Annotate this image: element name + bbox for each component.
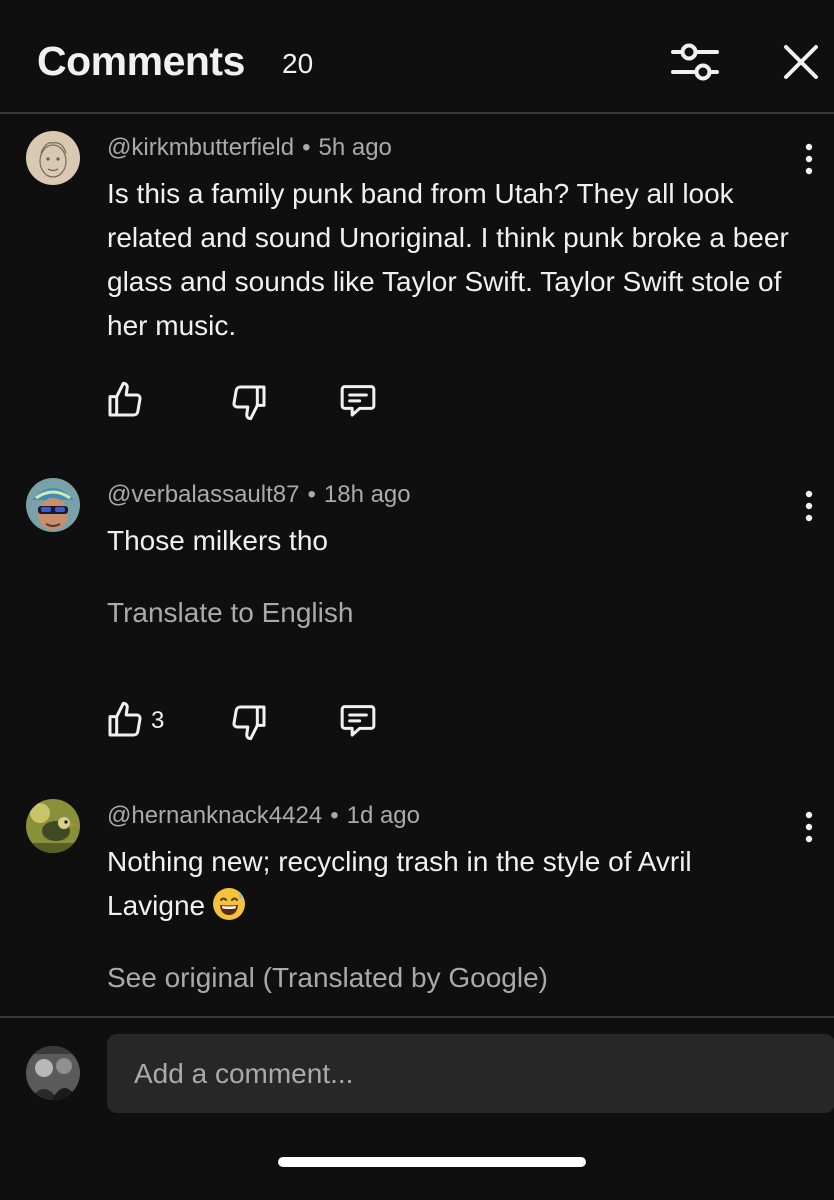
filter-sliders-icon (671, 43, 719, 81)
comments-header: Comments 20 (0, 0, 834, 114)
reply-button[interactable] (338, 380, 378, 420)
comment-text: Those milkers tho (107, 525, 328, 556)
dislike-button[interactable] (229, 382, 269, 422)
comments-count: 20 (282, 48, 314, 79)
comment-avatar[interactable] (26, 799, 80, 853)
more-vert-icon (805, 490, 813, 522)
current-user-avatar (26, 1046, 80, 1100)
filter-button[interactable] (670, 40, 720, 84)
close-button[interactable] (780, 41, 822, 83)
comment-text: Is this a family punk band from Utah? Th… (107, 178, 789, 341)
bird-photo-avatar (26, 799, 80, 853)
add-comment-input[interactable] (107, 1034, 834, 1113)
comment-composer (0, 1016, 834, 1200)
comment-more-button[interactable] (796, 810, 822, 844)
comments-title: Comments (37, 38, 245, 84)
comment-avatar[interactable] (26, 478, 80, 532)
see-original-link[interactable]: See original (Translated by Google) (107, 962, 548, 994)
thumbs-up-icon (108, 381, 142, 417)
comment-more-button[interactable] (796, 489, 822, 523)
thumbs-up-icon (108, 701, 142, 737)
reply-button[interactable] (338, 700, 378, 740)
user-photo-avatar (26, 1046, 80, 1100)
more-vert-icon (805, 811, 813, 843)
comment-meta: @verbalassault87 • 18h ago (107, 481, 411, 509)
like-button[interactable] (105, 380, 149, 420)
thumbs-down-icon (232, 385, 266, 421)
sunglasses-hat-avatar (26, 478, 80, 532)
home-indicator[interactable] (278, 1157, 586, 1167)
close-icon (784, 45, 818, 79)
comment-more-button[interactable] (796, 142, 822, 176)
comment-text-block: Nothing new; recycling trash in the styl… (107, 840, 797, 928)
comment-time: 1d ago (346, 802, 420, 829)
like-button[interactable]: 3 (105, 700, 175, 740)
comment-meta: @hernanknack4424 • 1d ago (107, 802, 420, 830)
comment-time: 5h ago (318, 134, 392, 161)
comment-time: 18h ago (323, 481, 411, 508)
meta-separator: • (302, 134, 311, 161)
comment-author[interactable]: @hernanknack4424 (107, 802, 322, 829)
reply-comment-icon (340, 705, 376, 737)
sketch-portrait-avatar (26, 131, 80, 185)
comment-meta: @kirkmbutterfield • 5h ago (107, 134, 392, 162)
meta-separator: • (330, 802, 339, 829)
like-count: 3 (151, 707, 165, 734)
reply-comment-icon (340, 385, 376, 417)
translate-link[interactable]: Translate to English (107, 597, 353, 629)
comment-avatar[interactable] (26, 131, 80, 185)
dislike-button[interactable] (229, 702, 269, 742)
comment-text: Nothing new; recycling trash in the styl… (107, 846, 692, 921)
grinning-sweat-emoji (213, 888, 246, 920)
thumbs-down-icon (232, 705, 266, 741)
more-vert-icon (805, 143, 813, 175)
meta-separator: • (307, 481, 316, 508)
comment-author[interactable]: @kirkmbutterfield (107, 134, 294, 161)
comment-author[interactable]: @verbalassault87 (107, 481, 299, 508)
